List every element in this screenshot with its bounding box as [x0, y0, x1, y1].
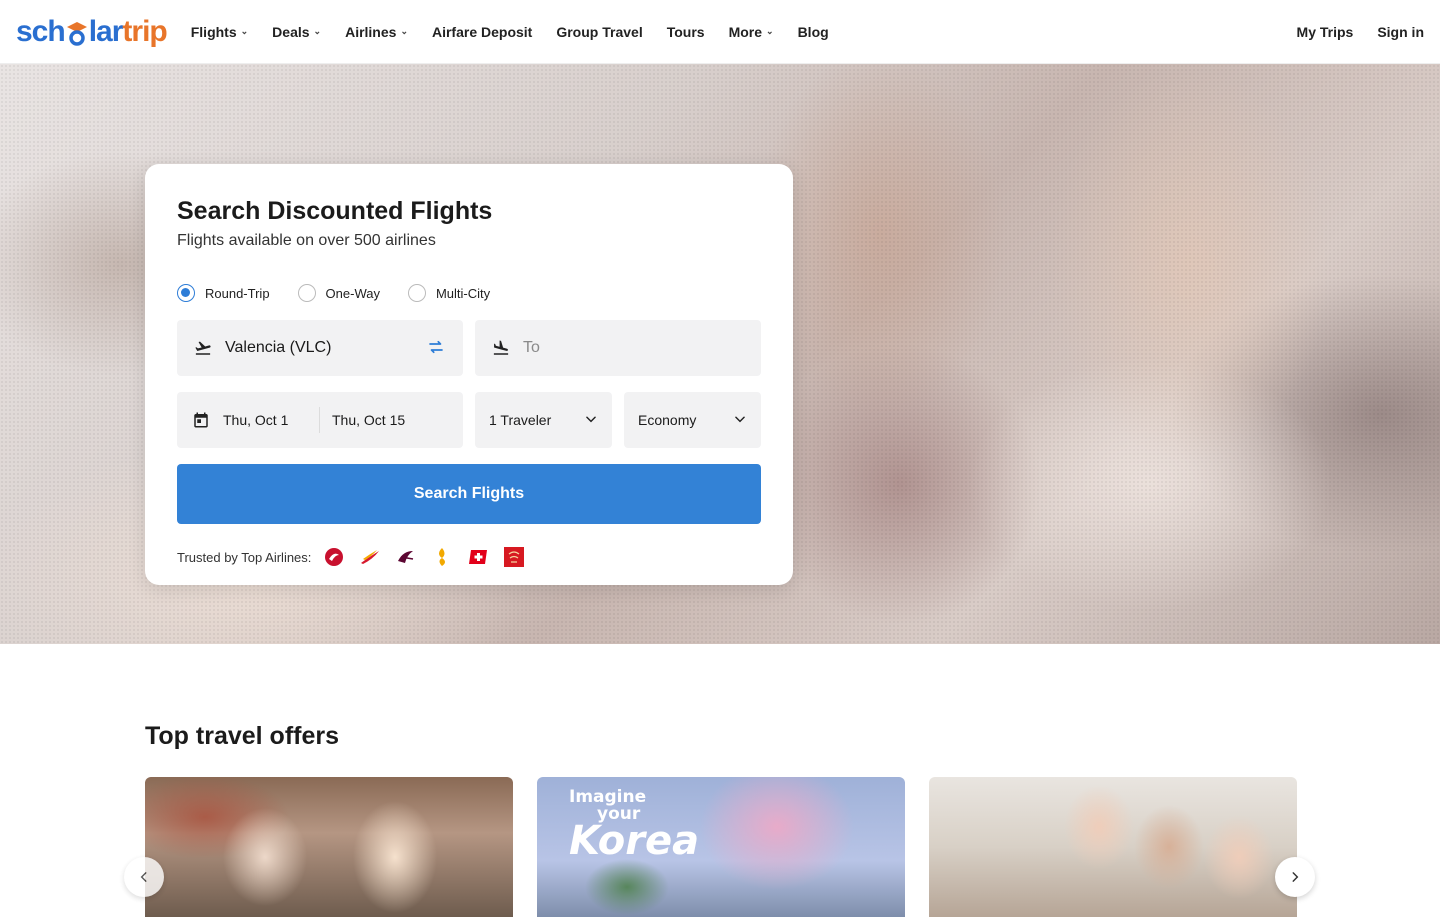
scholartrip-logo[interactable]: sch lar trip	[16, 12, 168, 52]
account-nav: My Trips Sign in	[1297, 24, 1424, 40]
trip-type-group: Round-Trip One-Way Multi-City	[177, 283, 761, 303]
nav-blog[interactable]: Blog	[798, 24, 829, 40]
logo-text-lar: lar	[88, 14, 124, 48]
my-trips-link[interactable]: My Trips	[1297, 24, 1354, 40]
swap-arrows-icon[interactable]	[427, 338, 447, 358]
from-field[interactable]: Valencia (VLC)	[177, 320, 463, 376]
to-field[interactable]: To	[475, 320, 761, 376]
chevron-left-icon	[140, 872, 147, 882]
search-flights-button[interactable]: Search Flights	[177, 464, 761, 524]
trip-type-round-trip[interactable]: Round-Trip	[177, 284, 270, 302]
trip-type-multi-city[interactable]: Multi-City	[407, 284, 490, 302]
chevron-right-icon	[1292, 872, 1299, 882]
to-placeholder: To	[523, 339, 540, 356]
chevron-down-icon: ⌄	[240, 26, 249, 36]
sign-in-link[interactable]: Sign in	[1377, 24, 1424, 40]
nav-flights[interactable]: Flights ⌄	[191, 24, 248, 40]
nav-airlines[interactable]: Airlines ⌄	[345, 24, 408, 40]
offer-card-friends[interactable]	[929, 777, 1297, 917]
travelers-select[interactable]: 1 Traveler	[475, 392, 612, 448]
emirates-logo-icon	[503, 546, 525, 568]
carousel-next-button[interactable]	[1275, 857, 1315, 897]
radio-icon	[297, 284, 316, 302]
site-header: sch lar trip Flights ⌄ Deals ⌄ Airlines ⌄ A…	[0, 0, 1440, 64]
cabin-class-select[interactable]: Economy	[624, 392, 761, 448]
carousel-prev-button[interactable]	[124, 857, 164, 897]
from-value: Valencia (VLC)	[225, 339, 332, 356]
radio-icon	[407, 284, 426, 302]
chevron-down-icon	[584, 412, 598, 429]
plane-landing-icon	[491, 338, 511, 358]
trusted-airlines: Trusted by Top Airlines:	[177, 546, 761, 568]
turkish-airlines-logo-icon	[323, 546, 345, 568]
calendar-icon	[191, 410, 211, 430]
singapore-airlines-logo-icon	[431, 546, 453, 568]
nav-tours[interactable]: Tours	[667, 24, 705, 40]
chevron-down-icon: ⌄	[766, 26, 774, 36]
qatar-airways-logo-icon	[395, 546, 417, 568]
flight-search-card: Search Discounted Flights Flights availa…	[145, 164, 793, 585]
top-travel-offers-title: Top travel offers	[145, 722, 340, 750]
date-range-field[interactable]: Thu, Oct 1 Thu, Oct 15	[177, 392, 463, 448]
main-nav: Flights ⌄ Deals ⌄ Airlines ⌄ Airfare Deposi…	[191, 24, 853, 40]
search-subtitle: Flights available on over 500 airlines	[177, 232, 436, 249]
swiss-logo-icon	[467, 546, 489, 568]
logo-text-trip: trip	[122, 14, 167, 48]
trip-type-one-way[interactable]: One-Way	[297, 284, 380, 302]
plane-takeoff-icon	[193, 338, 213, 358]
nav-airfare-deposit[interactable]: Airfare Deposit	[432, 24, 532, 40]
depart-date[interactable]: Thu, Oct 1	[223, 412, 319, 428]
logo-text-sch: sch	[16, 14, 66, 48]
nav-group-travel[interactable]: Group Travel	[556, 24, 642, 40]
date-divider	[319, 407, 320, 433]
iberia-logo-icon	[359, 546, 381, 568]
graduation-cap-icon	[66, 19, 88, 46]
chevron-down-icon	[733, 412, 747, 429]
offer-card-korea[interactable]: Imagine your Korea	[537, 777, 905, 917]
radio-selected-icon	[177, 284, 195, 302]
offer-card-group-tour[interactable]	[145, 777, 513, 917]
search-title: Search Discounted Flights	[177, 197, 493, 225]
return-date[interactable]: Thu, Oct 15	[332, 412, 405, 428]
chevron-down-icon: ⌄	[400, 26, 408, 36]
chevron-down-icon: ⌄	[313, 26, 322, 36]
korea-promo-text: Imagine your Korea	[569, 787, 700, 864]
nav-deals[interactable]: Deals ⌄	[272, 24, 321, 40]
nav-more[interactable]: More ⌄	[729, 24, 774, 40]
